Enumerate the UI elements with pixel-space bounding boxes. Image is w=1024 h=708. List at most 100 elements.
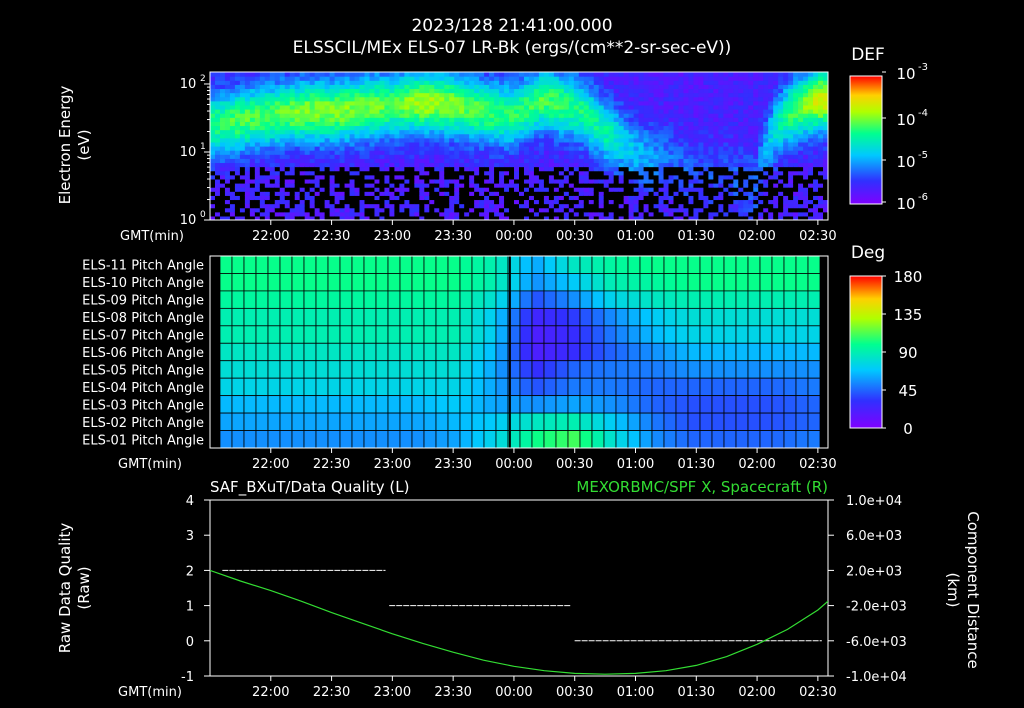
- spectrogram-cell: [334, 121, 341, 127]
- spectrogram-cell: [444, 125, 450, 131]
- spectrogram-cell: [339, 100, 346, 106]
- spectrogram-cell: [768, 207, 774, 213]
- spectrogram-cell: [379, 166, 386, 172]
- spectrogram-cell: [528, 195, 535, 201]
- spectrogram-cell: [538, 199, 545, 205]
- pitch-angle-cell: [279, 412, 293, 431]
- spectrogram-cell: [723, 88, 729, 94]
- spectrogram-cell: [244, 158, 251, 164]
- spectrogram-cell: [703, 162, 709, 168]
- spectrogram-cell: [568, 88, 575, 94]
- pitch-angle-cell: [615, 307, 629, 327]
- spectrogram-cell: [578, 100, 585, 106]
- spectrogram-cell: [239, 109, 246, 114]
- spectrogram-cell: [354, 113, 361, 118]
- spectrogram-cell: [224, 207, 231, 213]
- spectrogram-cell: [514, 150, 520, 155]
- spectrogram-cell: [319, 92, 326, 98]
- spectrogram-cell: [244, 96, 251, 102]
- spectrogram-cell: [514, 191, 520, 196]
- spectrogram-cell: [813, 191, 819, 196]
- spectrogram-cell: [603, 137, 610, 143]
- spectrogram-cell: [573, 121, 580, 127]
- spectrogram-cell: [653, 84, 660, 90]
- spectrogram-cell: [469, 174, 475, 180]
- spectrogram-cell: [309, 170, 316, 176]
- spectrogram-cell: [479, 129, 485, 135]
- spectrogram-cell: [798, 117, 804, 122]
- spectrogram-cell: [538, 133, 545, 139]
- spectrogram-cell: [788, 158, 794, 164]
- spectrogram-cell: [474, 174, 480, 180]
- spectrogram-cell: [249, 76, 256, 81]
- spectrogram-cell: [269, 170, 276, 176]
- spectrogram-cell: [798, 211, 804, 217]
- spectrogram-cell: [254, 92, 261, 98]
- spectrogram-cell: [254, 80, 261, 85]
- spectrogram-cell: [489, 121, 495, 127]
- spectrogram-cell: [588, 191, 595, 196]
- spectrogram-cell: [319, 162, 326, 168]
- spectrogram-cell: [334, 125, 341, 131]
- spectrogram-cell: [558, 100, 565, 106]
- spectrogram-cell: [693, 158, 700, 164]
- spectrogram-cell: [603, 121, 610, 127]
- spectrogram-cell: [598, 129, 605, 135]
- spectrogram-cell: [723, 174, 729, 180]
- spectrogram-cell: [464, 125, 470, 131]
- spectrogram-cell: [409, 162, 415, 168]
- spectrogram-cell: [528, 100, 535, 106]
- spectrogram-cell: [414, 84, 420, 90]
- spectrogram-cell: [219, 199, 226, 205]
- spectrogram-cell: [748, 203, 754, 209]
- spectrogram-cell: [733, 207, 739, 213]
- spectrogram-cell: [269, 129, 276, 135]
- spectrogram-cell: [384, 178, 391, 184]
- spectrogram-cell: [439, 96, 445, 102]
- spectrogram-cell: [374, 154, 381, 159]
- spectrogram-cell: [304, 203, 311, 209]
- spectrogram-cell: [763, 170, 769, 176]
- pitch-angle-cell: [531, 290, 545, 309]
- spectrogram-cell: [538, 146, 545, 151]
- spectrogram-cell: [703, 80, 709, 85]
- spectrogram-cell: [364, 158, 371, 164]
- time-tick-label: 00:00: [495, 229, 532, 244]
- spectrogram-cell: [648, 207, 655, 213]
- spectrogram-cell: [354, 109, 361, 114]
- energy-axis-label-line1: Electron Energy: [56, 85, 74, 204]
- spectrogram-cell: [753, 158, 759, 164]
- spectrogram-cell: [793, 158, 799, 164]
- spectrogram-cell: [663, 166, 670, 172]
- spectrogram-cell: [533, 174, 540, 180]
- spectrogram-cell: [563, 158, 570, 164]
- spectrogram-cell: [309, 80, 316, 85]
- spectrogram-cell: [329, 80, 336, 85]
- spectrogram-cell: [484, 113, 490, 118]
- spectrogram-cell: [449, 121, 455, 127]
- spectrogram-cell: [464, 109, 470, 114]
- spectrogram-cell: [259, 117, 266, 122]
- spectrogram-cell: [673, 72, 680, 77]
- spectrogram-cell: [249, 125, 256, 131]
- spectrogram-cell: [384, 207, 391, 213]
- pitch-angle-cell: [387, 325, 401, 344]
- spectrogram-cell: [793, 84, 799, 90]
- pitch-angle-cell: [543, 307, 557, 327]
- spectrogram-cell: [229, 129, 236, 135]
- spectrogram-cell: [504, 170, 510, 176]
- spectrogram-cell: [628, 121, 635, 127]
- spectrogram-cell: [514, 96, 520, 102]
- spectrogram-cell: [698, 76, 705, 81]
- spectrogram-cell: [668, 158, 675, 164]
- spectrogram-cell: [798, 121, 804, 127]
- spectrogram-cell: [259, 170, 266, 176]
- spectrogram-cell: [389, 150, 396, 155]
- spectrogram-cell: [279, 183, 286, 188]
- spectrogram-cell: [444, 92, 450, 98]
- spectrogram-cell: [783, 203, 789, 209]
- pitch-angle-cell: [735, 342, 749, 362]
- spectrogram-cell: [334, 199, 341, 205]
- spectrogram-cell: [628, 207, 635, 213]
- spectrogram-cell: [309, 195, 316, 201]
